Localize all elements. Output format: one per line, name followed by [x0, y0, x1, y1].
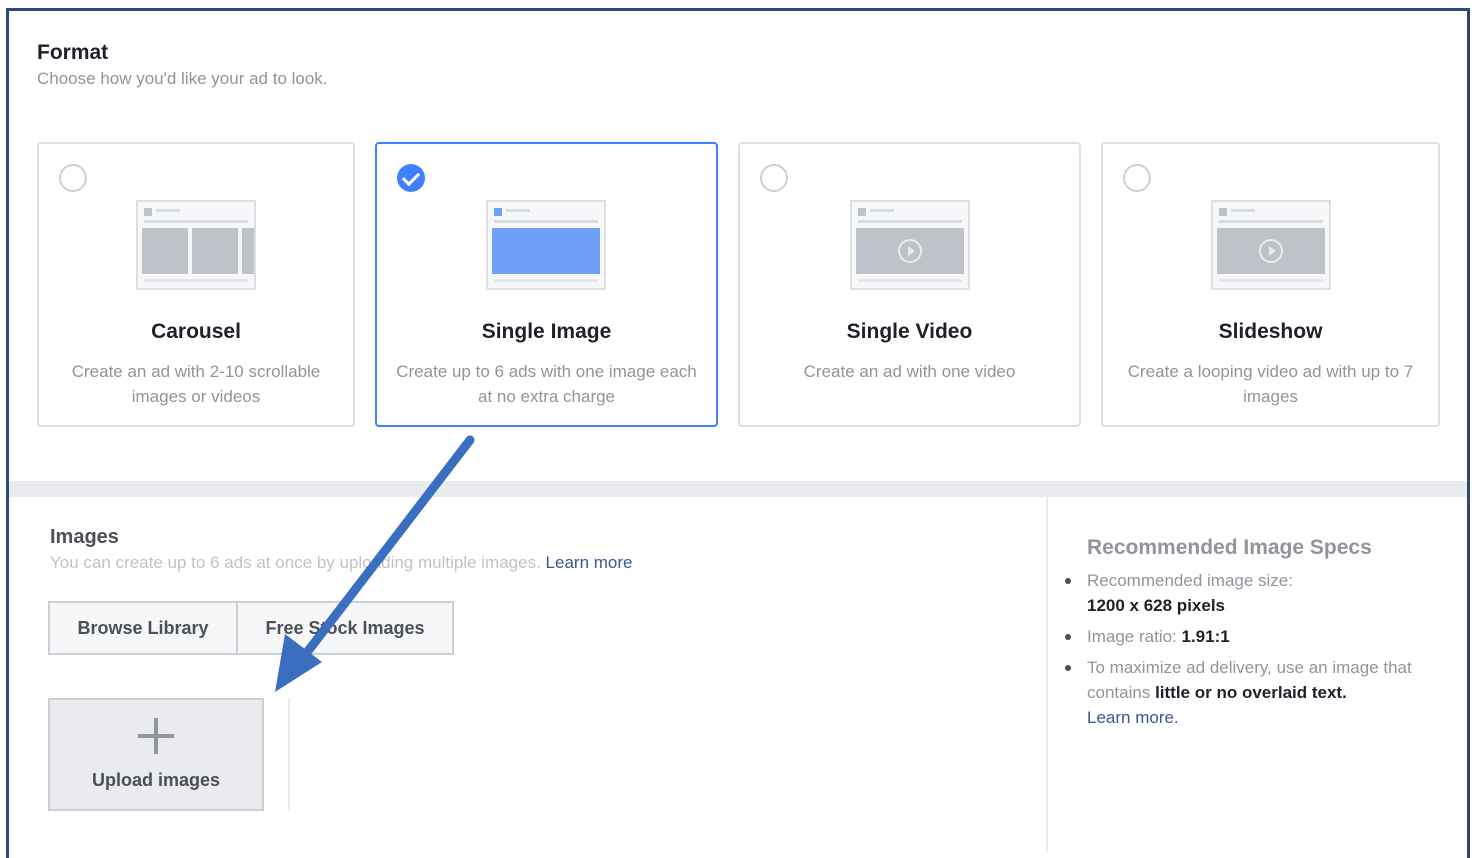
column-divider — [1046, 497, 1048, 852]
free-stock-images-button[interactable]: Free Stock Images — [238, 601, 454, 655]
images-subtitle: You can create up to 6 ads at once by up… — [50, 553, 632, 573]
browse-library-button[interactable]: Browse Library — [48, 601, 238, 655]
single-image-preview-icon — [486, 200, 606, 290]
slideshow-radio[interactable] — [1123, 164, 1151, 192]
checkmark-icon[interactable] — [397, 164, 425, 192]
spec-delivery: To maximize ad delivery, use an image th… — [1065, 655, 1427, 730]
upload-separator — [288, 698, 290, 811]
slideshow-preview-icon — [1211, 200, 1331, 290]
spec-size: Recommended image size: 1200 x 628 pixel… — [1065, 568, 1427, 618]
carousel-title: Carousel — [151, 320, 241, 343]
format-card-single-video[interactable]: Single Video Create an ad with one video — [738, 142, 1081, 427]
images-learn-more-link[interactable]: Learn more — [546, 553, 633, 572]
spec-ratio-value: 1.91:1 — [1181, 627, 1230, 646]
specs-title: Recommended Image Specs — [1087, 536, 1372, 559]
play-icon — [898, 239, 922, 263]
upload-images-button[interactable]: Upload images — [48, 698, 264, 811]
single-video-radio[interactable] — [760, 164, 788, 192]
format-card-carousel[interactable]: Carousel Create an ad with 2-10 scrollab… — [37, 142, 355, 427]
carousel-radio[interactable] — [59, 164, 87, 192]
spec-ratio-label: Image ratio: — [1087, 627, 1177, 646]
images-title: Images — [50, 526, 119, 548]
plus-icon — [138, 718, 174, 754]
images-subtitle-text: You can create up to 6 ads at once by up… — [50, 553, 541, 572]
format-card-single-image[interactable]: Single Image Create up to 6 ads with one… — [375, 142, 718, 427]
single-image-description: Create up to 6 ads with one image each a… — [396, 362, 697, 406]
format-title: Format — [37, 41, 109, 64]
single-video-description: Create an ad with one video — [803, 362, 1016, 381]
play-icon — [1259, 239, 1283, 263]
slideshow-title: Slideshow — [1218, 320, 1323, 343]
specs-list: Recommended image size: 1200 x 628 pixel… — [1065, 568, 1427, 736]
single-image-title: Single Image — [481, 320, 612, 343]
upload-images-label: Upload images — [91, 770, 221, 790]
carousel-description: Create an ad with 2-10 scrollable images… — [71, 362, 321, 406]
single-video-title: Single Video — [846, 320, 973, 343]
spec-ratio: Image ratio: 1.91:1 — [1065, 624, 1427, 649]
slideshow-description: Create a looping video ad with up to 7 i… — [1127, 362, 1414, 406]
format-subtitle: Choose how you'd like your ad to look. — [37, 69, 328, 88]
spec-size-label: Recommended image size: — [1087, 571, 1293, 590]
specs-learn-more-link[interactable]: Learn more. — [1087, 708, 1179, 727]
spec-delivery-bold: little or no overlaid text. — [1155, 683, 1347, 702]
format-card-slideshow[interactable]: Slideshow Create a looping video ad with… — [1101, 142, 1440, 427]
video-preview-icon — [850, 200, 970, 290]
spec-size-value: 1200 x 628 pixels — [1087, 596, 1226, 615]
carousel-preview-icon — [136, 200, 256, 290]
section-divider — [9, 481, 1467, 497]
